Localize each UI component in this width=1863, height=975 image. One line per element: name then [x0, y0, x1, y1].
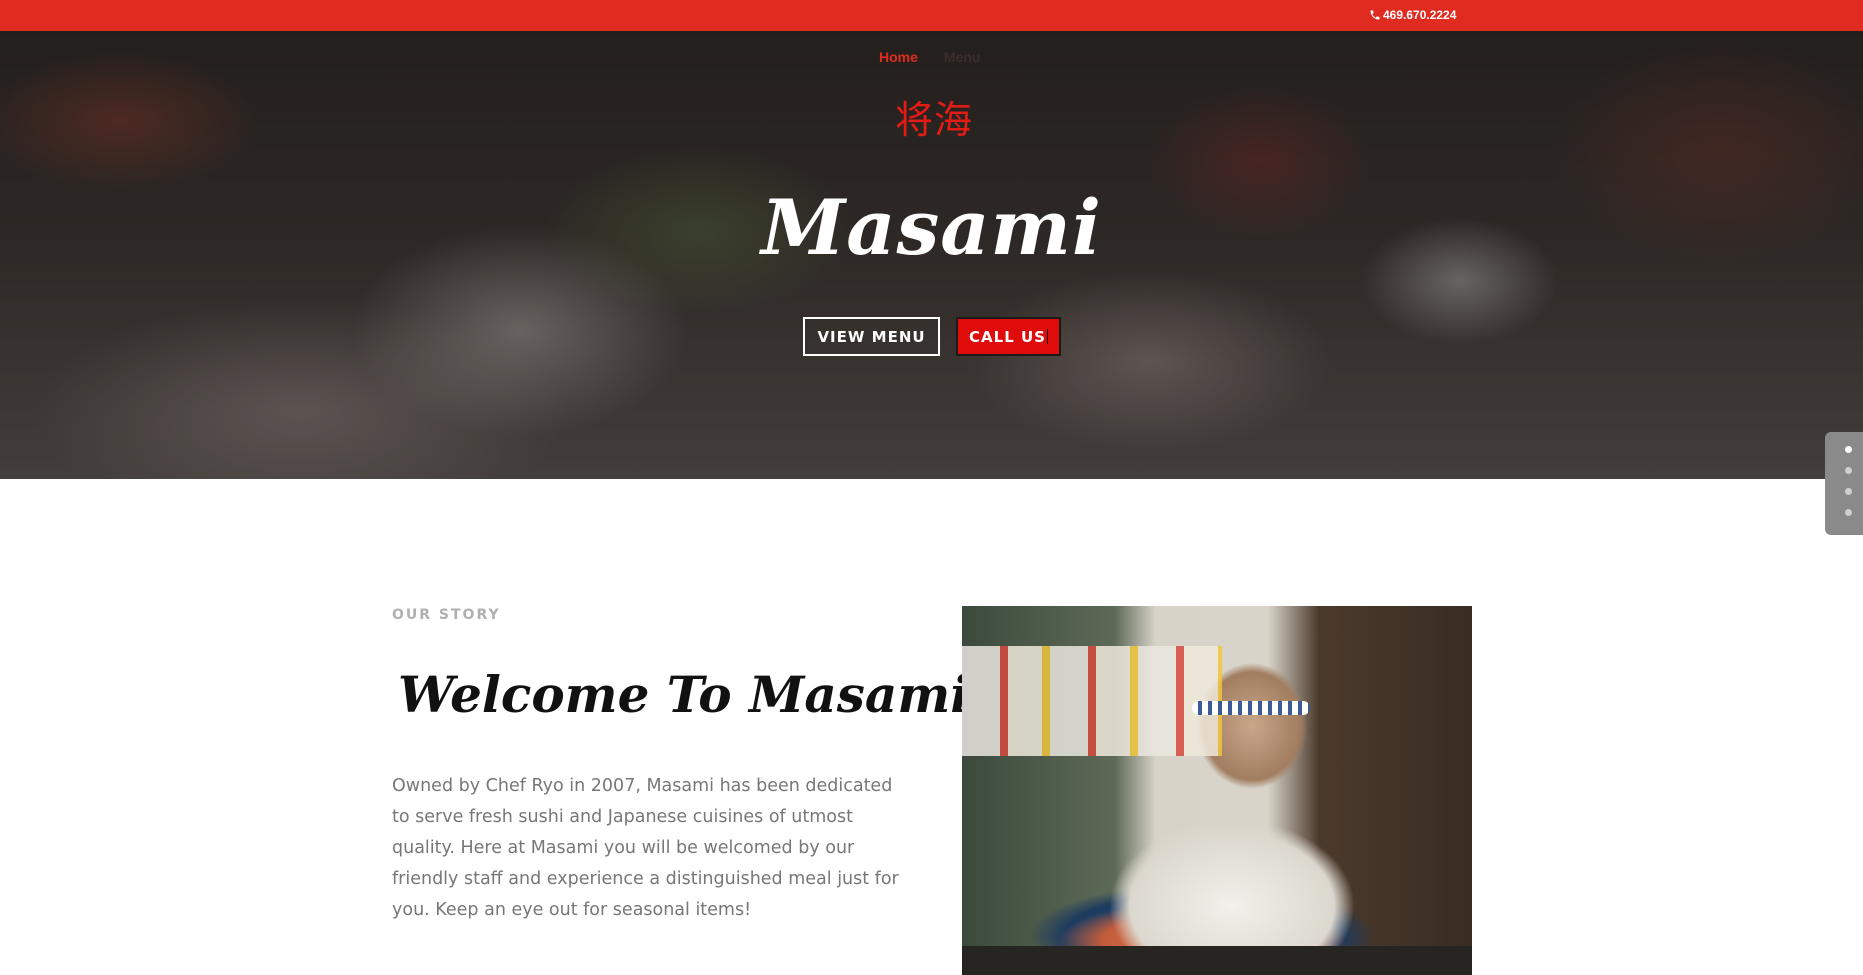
- photo-headband: [1192, 701, 1310, 715]
- phone-icon: [1370, 10, 1380, 20]
- top-bar: 469.670.2224: [0, 0, 1863, 31]
- section-dot-4[interactable]: [1845, 509, 1852, 516]
- nav-item-menu[interactable]: Menu: [944, 49, 981, 65]
- hero-section: Home Menu 将海 Masami VIEW MENU CALL US: [0, 31, 1863, 479]
- section-dot-3[interactable]: [1845, 488, 1852, 495]
- section-title: Welcome To Masami: [398, 665, 970, 724]
- nav-item-home[interactable]: Home: [879, 49, 918, 65]
- section-dot-2[interactable]: [1845, 467, 1852, 474]
- section-dot-nav: [1825, 432, 1863, 535]
- call-us-label: CALL US: [969, 327, 1046, 346]
- text-cursor: [1046, 329, 1048, 344]
- view-menu-label: VIEW MENU: [817, 327, 926, 346]
- section-dot-1[interactable]: [1845, 446, 1852, 453]
- hero-title: Masami: [761, 183, 1102, 272]
- view-menu-button[interactable]: VIEW MENU: [803, 317, 940, 356]
- section-label: OUR STORY: [392, 607, 501, 623]
- photo-menu-boards: [962, 646, 1222, 756]
- call-us-button[interactable]: CALL US: [956, 317, 1061, 356]
- main-nav: Home Menu: [879, 49, 980, 65]
- logo[interactable]: 将海: [895, 89, 973, 144]
- photo-counter: [962, 946, 1472, 975]
- phone-number[interactable]: 469.670.2224: [1383, 8, 1456, 22]
- story-paragraph: Owned by Chef Ryo in 2007, Masami has be…: [392, 776, 899, 920]
- phone-contact[interactable]: 469.670.2224: [1369, 8, 1456, 22]
- chef-photo: [962, 606, 1472, 975]
